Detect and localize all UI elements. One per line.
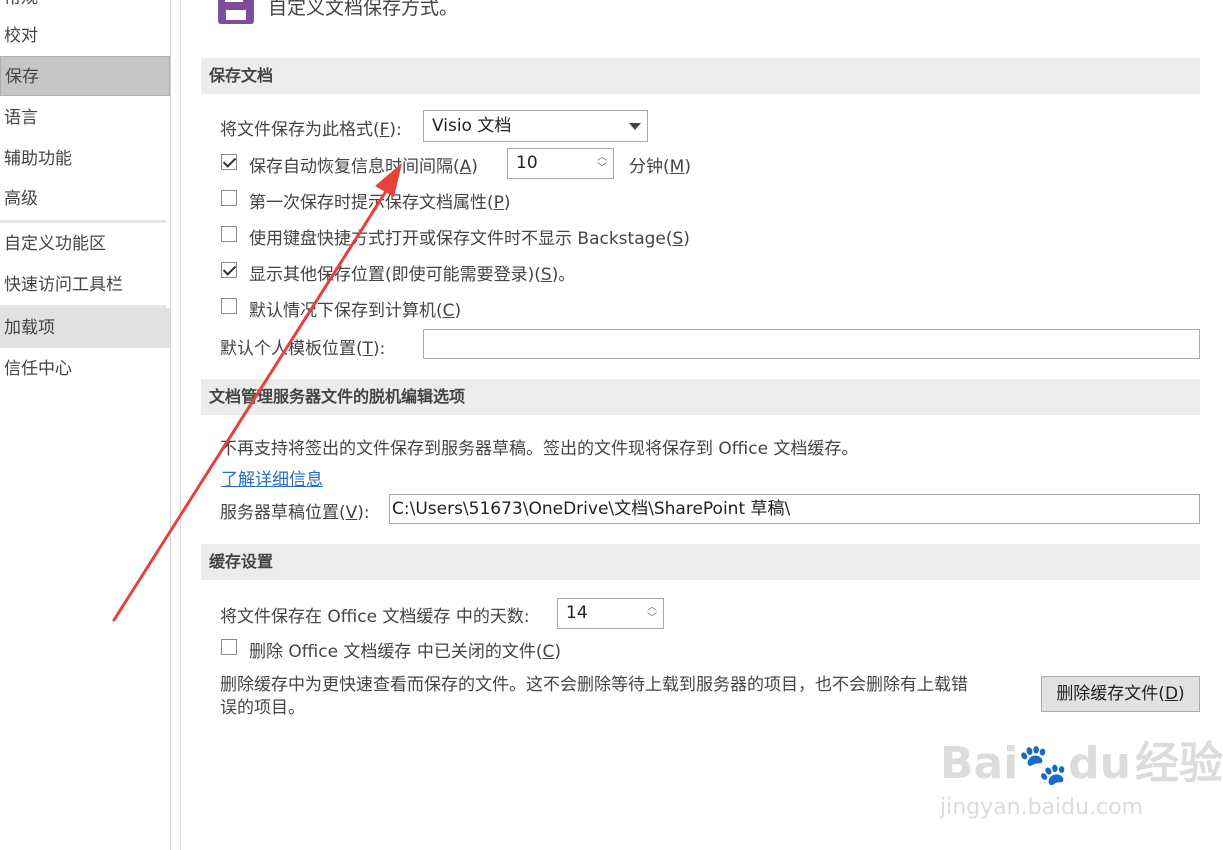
sidebar-item-label: 加载项 (4, 318, 55, 338)
save-format-label: 将文件保存为此格式(F): (220, 120, 402, 140)
sidebar-item-label: 信任中心 (4, 359, 72, 379)
offline-notice-text: 不再支持将签出的文件保存到服务器草稿。签出的文件现将保存到 Office 文档缓… (220, 439, 859, 459)
page-title: 自定义文档保存方式。 (268, 0, 459, 19)
save-to-computer-label: 默认情况下保存到计算机(C) (249, 301, 462, 321)
server-drafts-label: 服务器草稿位置(V): (220, 503, 370, 523)
sidebar-item-advanced[interactable]: 高级 (0, 179, 170, 219)
show-locations-checkbox[interactable] (221, 262, 237, 278)
sidebar-item-customize-ribbon[interactable]: 自定义功能区 (0, 224, 170, 264)
sidebar-item-language[interactable]: 语言 (0, 98, 170, 138)
section-cache-settings: 缓存设置 (201, 544, 1200, 580)
delete-cache-files-button[interactable]: 删除缓存文件(D) (1041, 676, 1200, 712)
autorecover-minutes-value: 10 (516, 153, 538, 173)
delete-closed-files-checkbox[interactable] (221, 639, 237, 655)
sidebar-item-label: 自定义功能区 (4, 234, 106, 254)
section-save-documents: 保存文档 (201, 58, 1200, 94)
floppy-disk-icon (218, 0, 254, 24)
sidebar-item-label: 辅助功能 (4, 149, 72, 169)
autorecover-minutes-stepper[interactable]: 10 ︿ ﹀ (507, 148, 614, 179)
options-sidebar: 常规 校对 保存 语言 辅助功能 高级 自定义功能区 快速访问工具栏 加载项 信… (0, 0, 171, 850)
template-location-input[interactable] (423, 329, 1200, 359)
cache-days-value: 14 (566, 603, 588, 623)
sidebar-item-label: 校对 (4, 26, 38, 46)
template-location-label: 默认个人模板位置(T): (220, 339, 386, 359)
spin-down-icon[interactable]: ﹀ (645, 613, 659, 625)
sidebar-item-label: 语言 (4, 108, 38, 128)
sidebar-item-label: 高级 (4, 189, 38, 209)
autorecover-checkbox[interactable] (221, 154, 237, 170)
minutes-label: 分钟(M) (629, 157, 691, 177)
content-divider (180, 0, 181, 850)
chevron-down-icon (629, 123, 641, 130)
sidebar-item-proofing[interactable]: 校对 (0, 16, 170, 56)
save-format-value: Visio 文档 (432, 116, 512, 136)
section-offline-editing: 文档管理服务器文件的脱机编辑选项 (201, 379, 1200, 415)
sidebar-item-trust-center[interactable]: 信任中心 (0, 349, 170, 389)
prompt-properties-label: 第一次保存时提示保存文档属性(P) (249, 193, 511, 213)
sidebar-separator (0, 220, 166, 223)
spin-down-icon[interactable]: ﹀ (595, 163, 609, 175)
learn-more-link[interactable]: 了解详细信息 (221, 465, 323, 490)
cache-days-label: 将文件保存在 Office 文档缓存 中的天数: (220, 607, 530, 627)
sidebar-item-accessibility[interactable]: 辅助功能 (0, 139, 170, 179)
cache-days-stepper[interactable]: 14 ︿ ﹀ (557, 598, 664, 629)
show-locations-label: 显示其他保存位置(即使可能需要登录)(S)。 (249, 265, 576, 285)
paw-icon: 🐾 (1018, 742, 1069, 788)
sidebar-item-addins[interactable]: 加载项 (0, 308, 170, 348)
save-to-computer-checkbox[interactable] (221, 298, 237, 314)
no-backstage-checkbox[interactable] (221, 226, 237, 242)
sidebar-item-label: 快速访问工具栏 (4, 275, 123, 295)
cache-description: 删除缓存中为更快速查看而保存的文件。这不会删除等待上载到服务器的项目，也不会删除… (220, 675, 968, 718)
save-format-dropdown[interactable]: Visio 文档 (423, 110, 648, 142)
server-drafts-input[interactable]: C:\Users\51673\OneDrive\文档\SharePoint 草稿… (389, 494, 1200, 524)
autorecover-label: 保存自动恢复信息时间间隔(A) (249, 157, 478, 177)
no-backstage-label: 使用键盘快捷方式打开或保存文件时不显示 Backstage(S) (249, 229, 690, 249)
baidu-watermark: Bai🐾du经验 (940, 738, 1223, 789)
sidebar-item-quick-access-toolbar[interactable]: 快速访问工具栏 (0, 265, 170, 305)
baidu-watermark-url: jingyan.baidu.com (940, 795, 1144, 820)
prompt-properties-checkbox[interactable] (221, 190, 237, 206)
sidebar-item-save[interactable]: 保存 (0, 56, 170, 96)
delete-closed-files-label: 删除 Office 文档缓存 中已关闭的文件(C) (249, 642, 561, 662)
sidebar-item-label: 常规 (4, 0, 38, 8)
sidebar-item-label: 保存 (5, 67, 39, 87)
